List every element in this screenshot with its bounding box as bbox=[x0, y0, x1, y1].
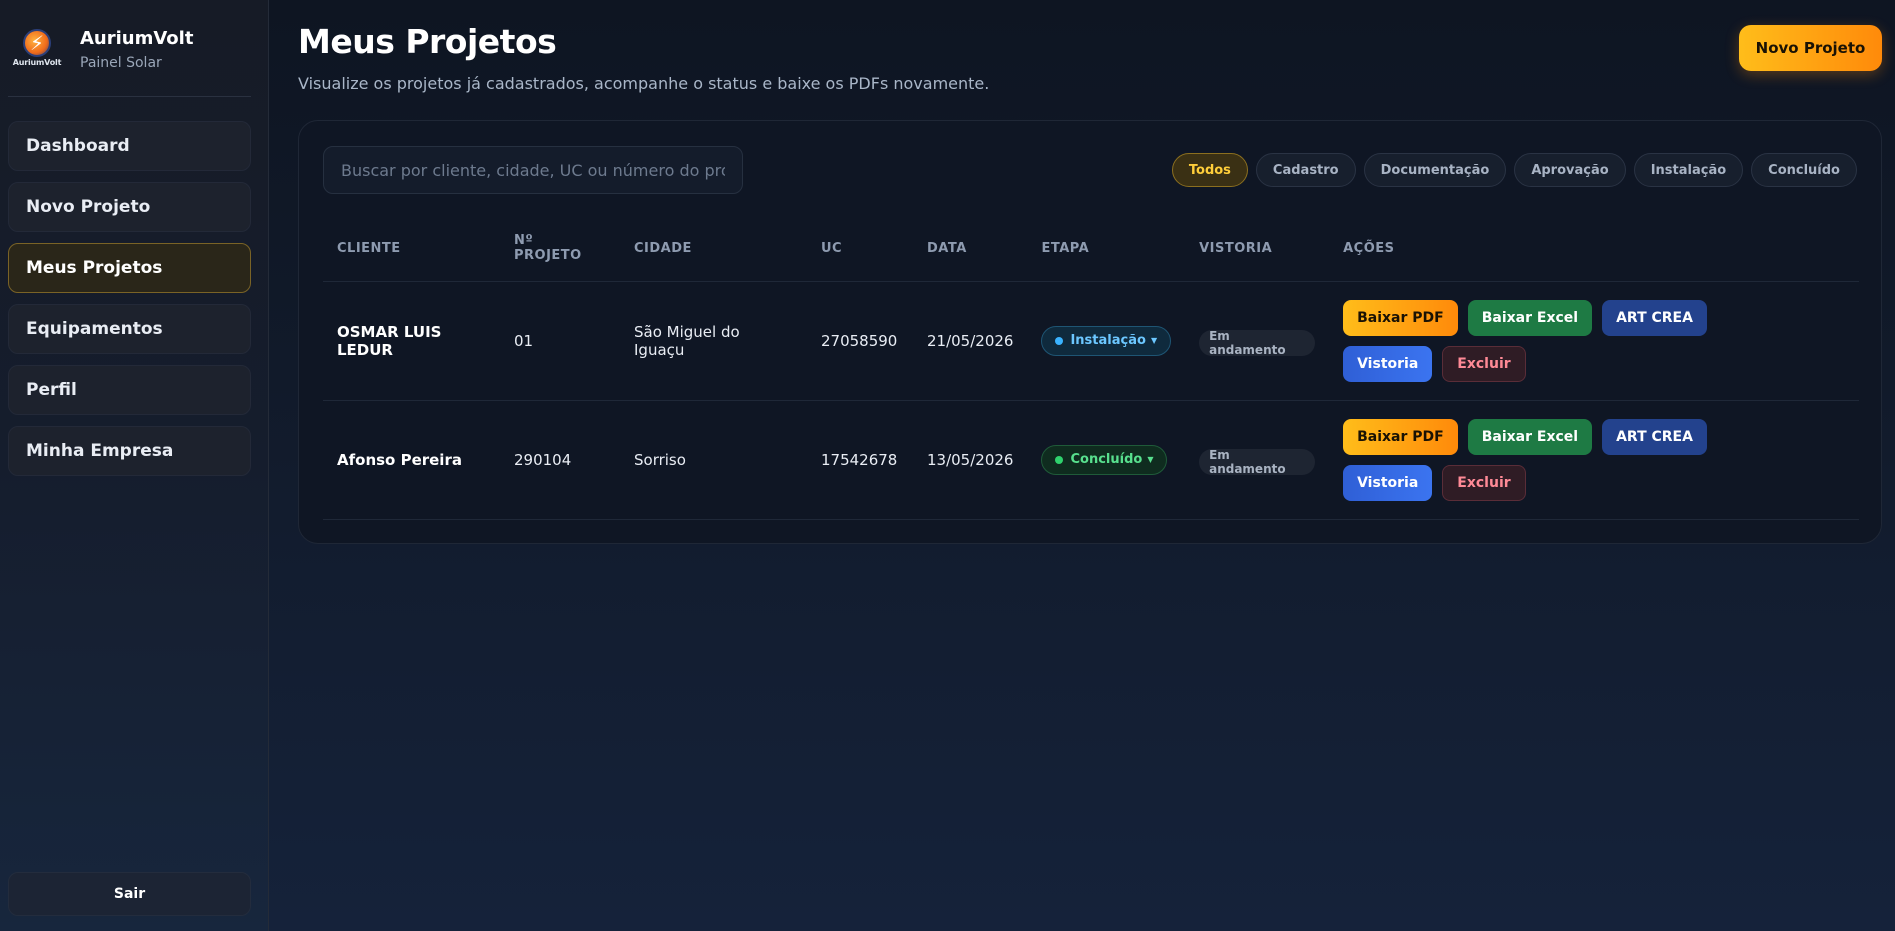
cell-data: 13/05/2026 bbox=[913, 400, 1028, 520]
etapa-dropdown[interactable]: Instalação ▼ bbox=[1041, 325, 1172, 356]
cell-etapa: Instalação ▼ bbox=[1027, 281, 1186, 401]
cell-cliente: OSMAR LUIS LEDUR bbox=[323, 281, 500, 401]
col-header-data[interactable]: DATA bbox=[913, 216, 1028, 282]
sidebar-divider bbox=[8, 96, 251, 97]
table-row: OSMAR LUIS LEDUR 01 São Miguel do Iguaçu… bbox=[323, 281, 1859, 401]
brand-title: AuriumVolt bbox=[80, 28, 194, 49]
download-excel-button[interactable]: Baixar Excel bbox=[1467, 299, 1593, 336]
col-header-vistoria[interactable]: VISTORIA bbox=[1185, 216, 1330, 282]
col-header-numero[interactable]: Nº PROJETO bbox=[500, 216, 620, 282]
col-header-etapa[interactable]: ETAPA bbox=[1027, 216, 1186, 282]
sidebar-item-novo-projeto[interactable]: Novo Projeto bbox=[8, 182, 251, 232]
delete-button[interactable]: Excluir bbox=[1442, 345, 1526, 382]
cell-vistoria: Em andamento bbox=[1185, 400, 1330, 520]
sidebar-item-perfil[interactable]: Perfil bbox=[8, 365, 251, 415]
download-excel-button[interactable]: Baixar Excel bbox=[1467, 418, 1593, 455]
page-title: Meus Projetos bbox=[298, 22, 557, 61]
lightning-bolt-icon: ⚡ bbox=[30, 31, 45, 55]
status-dot-icon bbox=[1055, 455, 1064, 464]
col-header-numero-label: Nº PROJETO bbox=[514, 233, 582, 264]
cell-cidade: Sorriso bbox=[620, 400, 807, 520]
sidebar-item-equipamentos[interactable]: Equipamentos bbox=[8, 304, 251, 354]
filter-todos[interactable]: Todos bbox=[1171, 153, 1248, 187]
col-header-acoes: AÇÕES bbox=[1329, 216, 1859, 282]
brand-subtitle: Painel Solar bbox=[80, 55, 162, 71]
caret-down-icon: ▼ bbox=[1147, 455, 1154, 464]
filter-aprovacao[interactable]: Aprovação bbox=[1514, 153, 1626, 187]
download-pdf-button[interactable]: Baixar PDF bbox=[1343, 299, 1458, 336]
vistoria-badge: Em andamento bbox=[1199, 329, 1316, 357]
cell-uc: 27058590 bbox=[807, 281, 913, 401]
search-input[interactable] bbox=[323, 146, 743, 194]
sidebar-item-minha-empresa[interactable]: Minha Empresa bbox=[8, 426, 251, 476]
cell-numero: 01 bbox=[500, 281, 620, 401]
logout-button[interactable]: Sair bbox=[8, 872, 251, 916]
table-row: Afonso Pereira 290104 Sorriso 17542678 1… bbox=[323, 400, 1859, 520]
cliente-name: OSMAR LUIS LEDUR bbox=[337, 322, 442, 359]
col-header-uc[interactable]: UC bbox=[807, 216, 913, 282]
sidebar-nav: Dashboard Novo Projeto Meus Projetos Equ… bbox=[8, 121, 251, 487]
sidebar-item-meus-projetos[interactable]: Meus Projetos bbox=[8, 243, 251, 293]
status-dot-icon bbox=[1055, 336, 1064, 345]
col-header-cliente[interactable]: CLIENTE bbox=[323, 216, 500, 282]
download-pdf-button[interactable]: Baixar PDF bbox=[1343, 418, 1458, 455]
cell-cliente: Afonso Pereira bbox=[323, 400, 500, 520]
vistoria-button[interactable]: Vistoria bbox=[1343, 345, 1433, 382]
cell-acoes: Baixar PDF Baixar Excel ART CREA Vistori… bbox=[1329, 400, 1859, 520]
filter-concluido[interactable]: Concluído bbox=[1751, 153, 1857, 187]
cell-vistoria: Em andamento bbox=[1185, 281, 1330, 401]
cidade-name: São Miguel do Iguaçu bbox=[634, 322, 740, 359]
etapa-label: Concluído bbox=[1070, 452, 1143, 467]
vistoria-badge: Em andamento bbox=[1199, 448, 1316, 476]
etapa-label: Instalação bbox=[1070, 333, 1146, 348]
new-project-button[interactable]: Novo Projeto bbox=[1739, 25, 1882, 71]
brand: ⚡ AuriumVolt AuriumVolt Painel Solar bbox=[10, 26, 194, 72]
brand-logo: ⚡ AuriumVolt bbox=[10, 26, 64, 72]
col-header-cidade[interactable]: CIDADE bbox=[620, 216, 807, 282]
caret-down-icon: ▼ bbox=[1150, 336, 1158, 345]
status-filters: Todos Cadastro Documentação Aprovação In… bbox=[1171, 153, 1857, 187]
etapa-dropdown[interactable]: Concluído ▼ bbox=[1041, 444, 1168, 475]
cell-acoes: Baixar PDF Baixar Excel ART CREA Vistori… bbox=[1329, 281, 1859, 401]
cell-uc: 17542678 bbox=[807, 400, 913, 520]
sidebar: ⚡ AuriumVolt AuriumVolt Painel Solar Das… bbox=[0, 0, 269, 931]
projects-table: CLIENTE Nº PROJETO CIDADE UC DATA ETAPA … bbox=[323, 216, 1859, 520]
projects-card: Todos Cadastro Documentação Aprovação In… bbox=[298, 120, 1882, 544]
cell-etapa: Concluído ▼ bbox=[1027, 400, 1186, 520]
cell-numero: 290104 bbox=[500, 400, 620, 520]
cell-data: 21/05/2026 bbox=[913, 281, 1028, 401]
vistoria-button[interactable]: Vistoria bbox=[1343, 464, 1433, 501]
filter-documentacao[interactable]: Documentação bbox=[1363, 153, 1507, 187]
cell-cidade: São Miguel do Iguaçu bbox=[620, 281, 807, 401]
filter-cadastro[interactable]: Cadastro bbox=[1255, 153, 1356, 187]
table-header-row: CLIENTE Nº PROJETO CIDADE UC DATA ETAPA … bbox=[323, 216, 1859, 282]
art-crea-button[interactable]: ART CREA bbox=[1602, 299, 1707, 336]
art-crea-button[interactable]: ART CREA bbox=[1602, 418, 1707, 455]
logo-text: AuriumVolt bbox=[12, 58, 62, 67]
filter-instalacao[interactable]: Instalação bbox=[1633, 153, 1744, 187]
delete-button[interactable]: Excluir bbox=[1442, 464, 1526, 501]
sidebar-item-dashboard[interactable]: Dashboard bbox=[8, 121, 251, 171]
page-subtitle: Visualize os projetos já cadastrados, ac… bbox=[298, 74, 990, 93]
